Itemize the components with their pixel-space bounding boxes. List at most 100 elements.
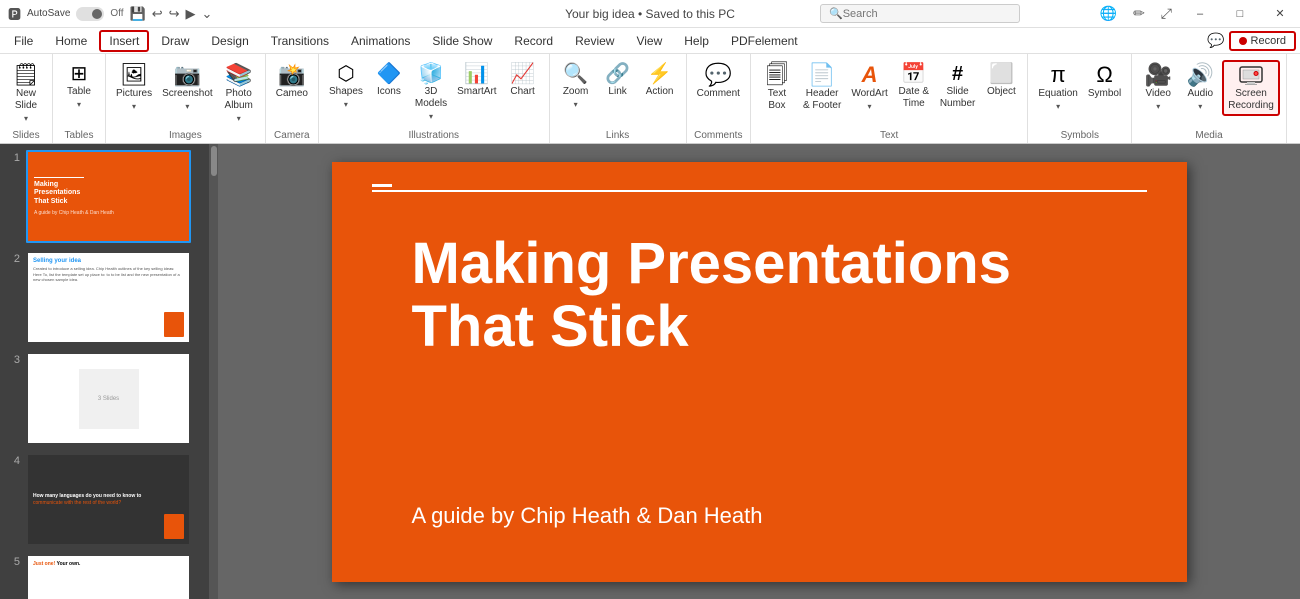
- illustrations-group-label: Illustrations: [408, 128, 459, 141]
- object-button[interactable]: ⬜ Object: [981, 60, 1021, 100]
- equation-button[interactable]: π Equation ▾: [1034, 60, 1081, 113]
- minimize-button[interactable]: –: [1180, 0, 1220, 28]
- audio-button[interactable]: 🔊 Audio ▾: [1180, 60, 1220, 113]
- slide-thumb-5[interactable]: Just one! Your own.: [26, 554, 191, 599]
- slide3-content: 3 Slides: [79, 369, 139, 429]
- slide-number-2: 2: [6, 253, 20, 265]
- slide-subtitle: A guide by Chip Heath & Dan Heath: [412, 501, 1147, 532]
- wordart-button[interactable]: A WordArt ▾: [847, 60, 892, 113]
- shapes-button[interactable]: ⬡ Shapes ▾: [325, 60, 367, 111]
- redo-icon[interactable]: ↪: [169, 6, 180, 22]
- search-box[interactable]: 🔍: [820, 4, 1020, 23]
- present-icon[interactable]: ▶: [186, 6, 196, 22]
- menu-file[interactable]: File: [4, 30, 43, 52]
- autosave-toggle[interactable]: [76, 7, 104, 21]
- record-button[interactable]: Record: [1229, 31, 1296, 51]
- smartart-label: SmartArt: [457, 86, 496, 98]
- tables-group-label: Tables: [65, 128, 94, 141]
- cameo-button[interactable]: 📸 Cameo: [272, 60, 312, 102]
- zoom-button[interactable]: 🔍 Zoom ▾: [556, 60, 596, 111]
- restore-expand-icon[interactable]: ⤢: [1153, 5, 1180, 22]
- slide2-body: Created to introduce a selling idea. Chi…: [33, 266, 184, 283]
- ribbon-group-slides: 🗒 NewSlide ▾ Slides: [0, 54, 53, 143]
- links-group-items: 🔍 Zoom ▾ 🔗 Link ⚡ Action: [556, 60, 680, 128]
- slide-thumb-2[interactable]: Selling your idea Created to introduce a…: [26, 251, 191, 344]
- action-button[interactable]: ⚡ Action: [640, 60, 680, 100]
- comments-icon[interactable]: ✏: [1125, 5, 1153, 22]
- slide-item-3[interactable]: 3 3 Slides: [4, 350, 205, 447]
- icons-label: Icons: [377, 86, 401, 98]
- slide4-image: [164, 514, 184, 539]
- 3d-models-button[interactable]: 🧊 3DModels ▾: [411, 60, 451, 123]
- video-button[interactable]: 🎥 Video ▾: [1138, 60, 1178, 113]
- photo-album-button[interactable]: 📚 PhotoAlbum ▾: [219, 60, 259, 125]
- close-button[interactable]: ✕: [1260, 0, 1300, 28]
- menu-transitions[interactable]: Transitions: [261, 30, 339, 52]
- ribbon-group-tables: ⊞ Table ▾ Tables: [53, 54, 106, 143]
- header-footer-button[interactable]: 📄 Header& Footer: [799, 60, 845, 114]
- table-arrow: ▾: [77, 100, 81, 109]
- slide-thumb-4[interactable]: How many languages do you need to know t…: [26, 453, 191, 546]
- slide-item-1[interactable]: 1 MakingPresentationsThat Stick A guide …: [4, 148, 205, 245]
- menu-home[interactable]: Home: [45, 30, 97, 52]
- comment-button[interactable]: 💬 Comment: [693, 60, 744, 102]
- ribbon-group-text: 🗐 TextBox 📄 Header& Footer A WordArt ▾ 📅…: [751, 54, 1028, 143]
- save-icon[interactable]: 💾: [130, 6, 146, 22]
- slide-item-4[interactable]: 4 How many languages do you need to know…: [4, 451, 205, 548]
- app-icon: 🅿: [8, 4, 21, 23]
- chat-icon[interactable]: 💬: [1207, 32, 1224, 49]
- menu-draw[interactable]: Draw: [151, 30, 199, 52]
- menu-review[interactable]: Review: [565, 30, 624, 52]
- search-input[interactable]: [843, 8, 1003, 20]
- more-icon[interactable]: ⌄: [202, 6, 213, 22]
- date-time-button[interactable]: 📅 Date &Time: [894, 60, 934, 112]
- smartart-button[interactable]: 📊 SmartArt: [453, 60, 500, 100]
- undo-icon[interactable]: ↩: [152, 6, 163, 22]
- wordart-arrow: ▾: [868, 102, 872, 111]
- slide-panel[interactable]: 1 MakingPresentationsThat Stick A guide …: [0, 144, 210, 599]
- slide-thumb-inner-5: Just one! Your own.: [28, 556, 189, 599]
- textbox-button[interactable]: 🗐 TextBox: [757, 60, 797, 114]
- slide-thumb-3[interactable]: 3 Slides: [26, 352, 191, 445]
- video-label: Video: [1146, 88, 1171, 100]
- share-icon[interactable]: 🌐: [1092, 5, 1125, 22]
- menu-design[interactable]: Design: [201, 30, 258, 52]
- audio-arrow: ▾: [1198, 102, 1202, 111]
- menu-record[interactable]: Record: [504, 30, 563, 52]
- menu-insert[interactable]: Insert: [99, 30, 149, 52]
- text-group-label: Text: [880, 128, 898, 141]
- menu-pdfelement[interactable]: PDFelement: [721, 30, 808, 52]
- symbol-button[interactable]: Ω Symbol: [1084, 60, 1125, 102]
- chart-icon: 📈: [510, 64, 535, 84]
- chart-button[interactable]: 📈 Chart: [503, 60, 543, 100]
- icons-button[interactable]: 🔷 Icons: [369, 60, 409, 100]
- slide-canvas[interactable]: Making Presentations That Stick A guide …: [332, 162, 1187, 582]
- menu-view[interactable]: View: [626, 30, 672, 52]
- restore-button[interactable]: □: [1220, 0, 1260, 28]
- slide2-image: [164, 312, 184, 337]
- doc-title: Your big idea • Saved to this PC: [565, 7, 735, 21]
- slide-item-5[interactable]: 5 Just one! Your own.: [4, 552, 205, 599]
- screen-recording-button[interactable]: ScreenRecording: [1222, 60, 1280, 116]
- slide-panel-scrollbar[interactable]: [210, 144, 218, 599]
- slide-number-button[interactable]: # SlideNumber: [936, 60, 980, 112]
- table-label: Table: [67, 86, 91, 98]
- comments-group-label: Comments: [694, 128, 742, 141]
- link-button[interactable]: 🔗 Link: [598, 60, 638, 100]
- images-group-label: Images: [169, 128, 202, 141]
- menu-help[interactable]: Help: [674, 30, 719, 52]
- new-slide-button[interactable]: 🗒 NewSlide ▾: [6, 60, 46, 125]
- slide-item-2[interactable]: 2 Selling your idea Created to introduce…: [4, 249, 205, 346]
- slide-thumb-1[interactable]: MakingPresentationsThat Stick A guide by…: [26, 150, 191, 243]
- slide4-highlight: communicate with the rest of the world?: [33, 500, 184, 506]
- camera-group-items: 📸 Cameo: [272, 60, 312, 128]
- scroll-thumb[interactable]: [211, 146, 217, 176]
- pictures-icon: 🖼: [120, 64, 148, 86]
- menu-slideshow[interactable]: Slide Show: [422, 30, 502, 52]
- screenshot-button[interactable]: 📷 Screenshot ▾: [158, 60, 217, 113]
- menu-animations[interactable]: Animations: [341, 30, 420, 52]
- title-bar-right: 🌐 ✏ ⤢ – □ ✕: [1092, 0, 1300, 28]
- pictures-button[interactable]: 🖼 Pictures ▾: [112, 60, 156, 113]
- images-group-items: 🖼 Pictures ▾ 📷 Screenshot ▾ 📚 PhotoAlbum…: [112, 60, 259, 128]
- table-button[interactable]: ⊞ Table ▾: [59, 60, 99, 111]
